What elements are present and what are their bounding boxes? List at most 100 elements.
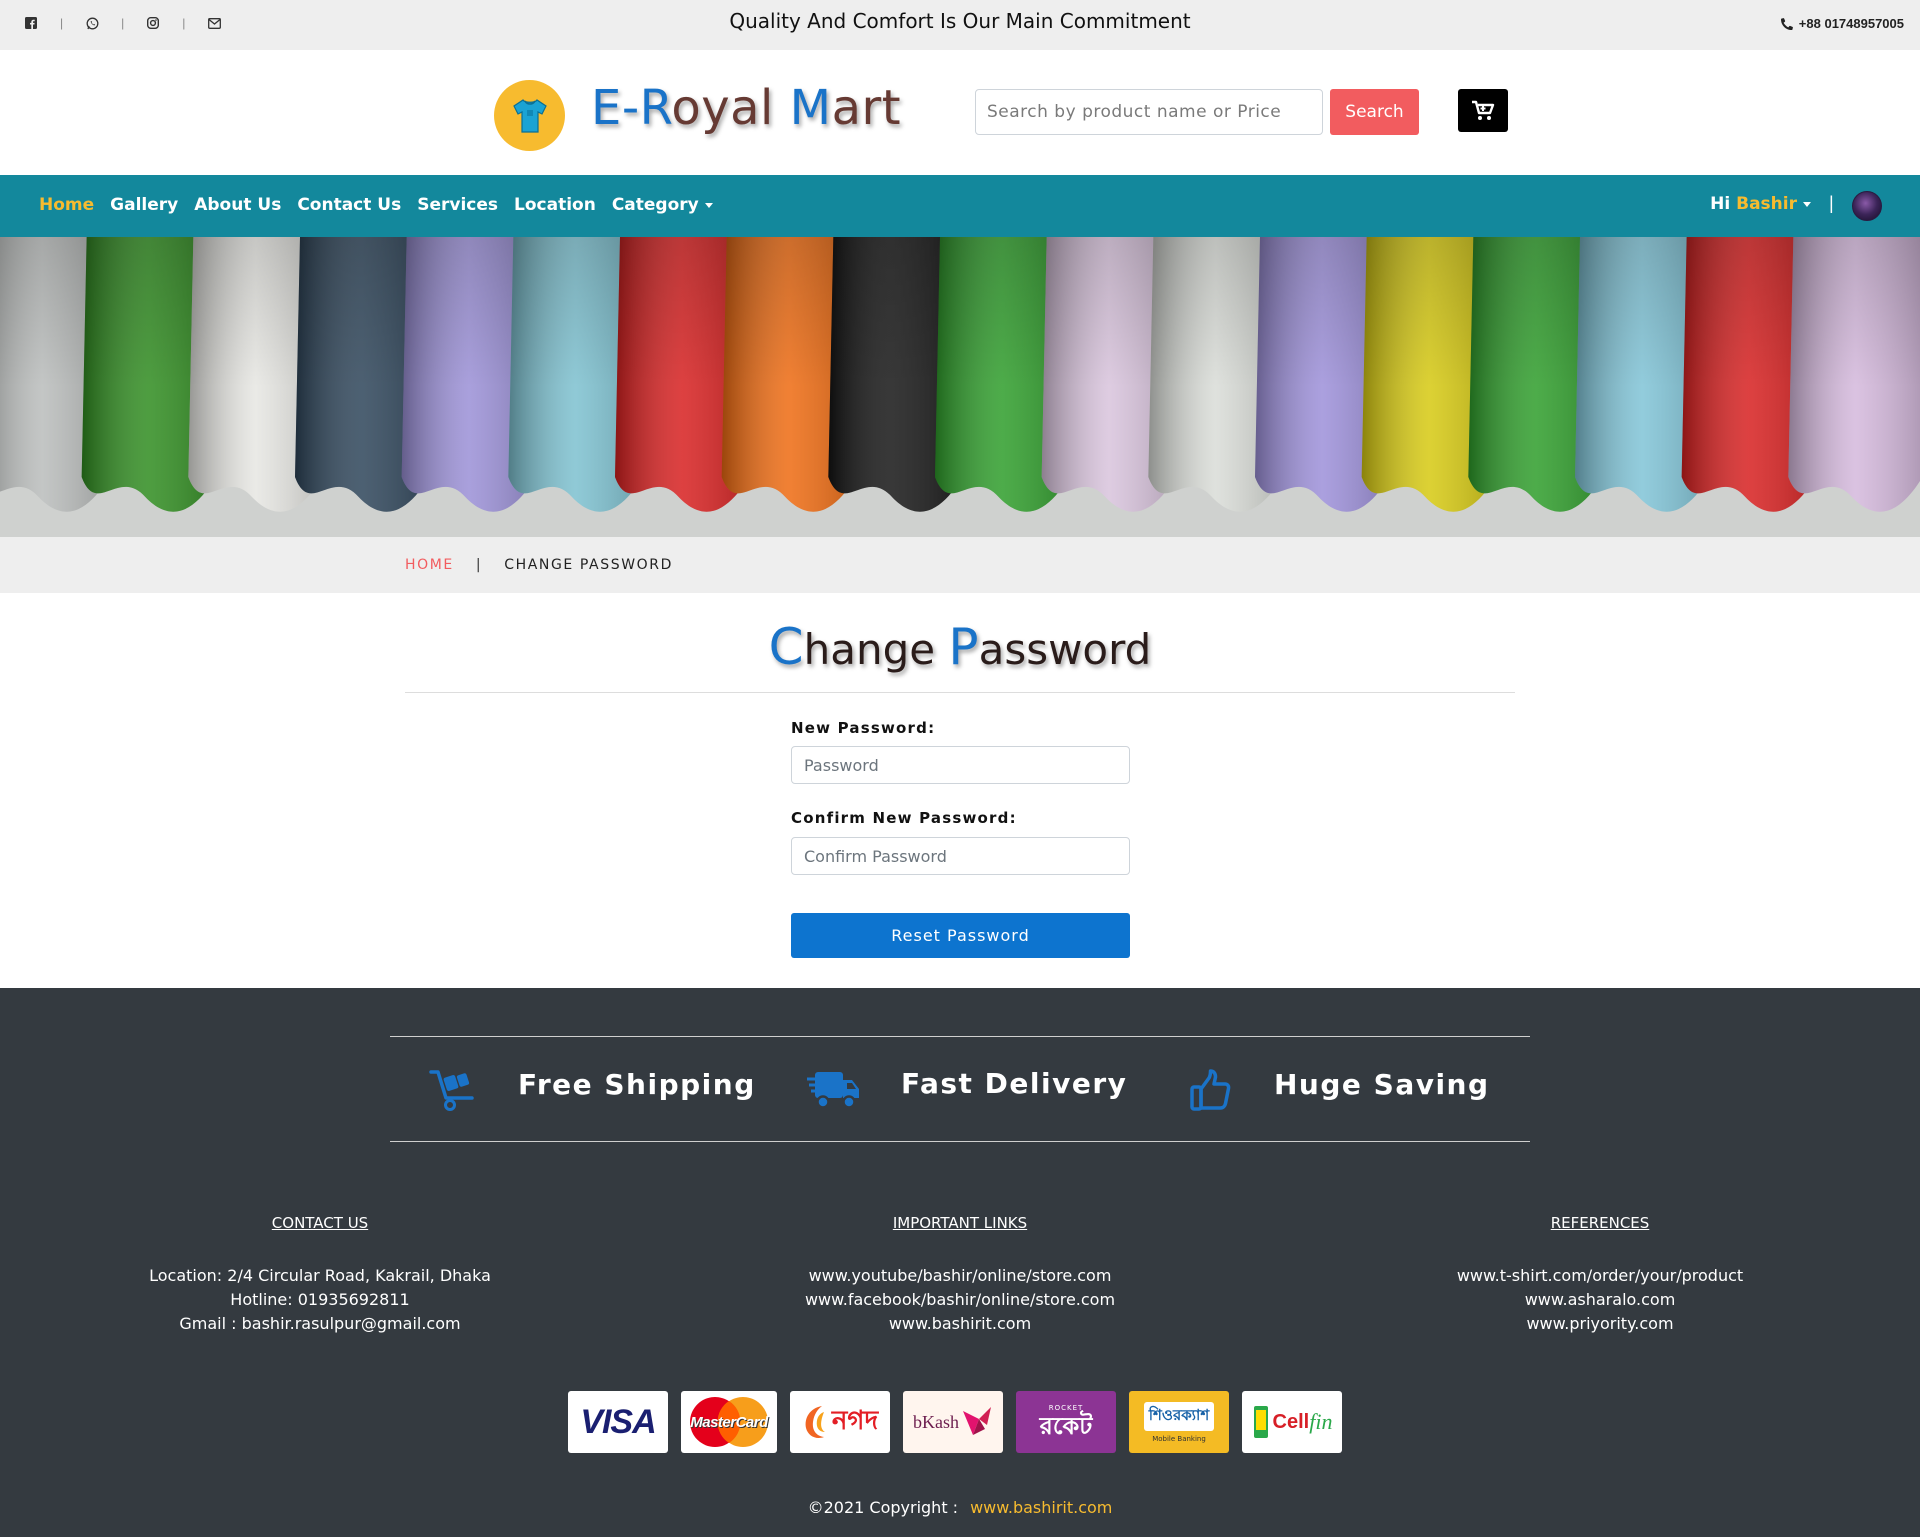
footer-contact: CONTACT US Location: 2/4 Circular Road, … bbox=[40, 1214, 600, 1336]
feature-fast-delivery: Fast Delivery bbox=[807, 1066, 1128, 1110]
nav-item-about-us[interactable]: About Us bbox=[194, 195, 281, 215]
footer-references: REFERENCES www.t-shirt.com/order/your/pr… bbox=[1320, 1214, 1880, 1336]
site-header: E-Royal Mart Search bbox=[0, 50, 1920, 175]
hero-banner bbox=[0, 237, 1920, 537]
feature-title: Free Shipping bbox=[518, 1067, 756, 1101]
copyright-text: ©2021 Copyright : bbox=[807, 1498, 959, 1517]
surecash-logo-text: শিওরক্যাশ bbox=[1143, 1401, 1215, 1431]
footer-important-links: IMPORTANT LINKS www.youtube/bashir/onlin… bbox=[680, 1214, 1240, 1336]
phone-icon bbox=[1780, 17, 1793, 30]
rocket-logo-text: রকেট bbox=[1039, 1412, 1093, 1440]
chevron-down-icon bbox=[704, 202, 713, 208]
footer-reference-link[interactable]: www.asharalo.com bbox=[1320, 1288, 1880, 1312]
tshirt-icon bbox=[512, 98, 547, 133]
nav-item-gallery[interactable]: Gallery bbox=[110, 195, 178, 215]
nav-item-category-label: Category bbox=[611, 195, 699, 215]
logo[interactable] bbox=[494, 80, 565, 151]
phone-number: +88 01748957005 bbox=[1798, 16, 1904, 31]
cellfin-cell-text: Cell bbox=[1272, 1410, 1310, 1433]
bkash-bird-icon bbox=[963, 1407, 991, 1435]
truck-icon bbox=[807, 1072, 859, 1109]
nagad-logo-text: নগদ bbox=[831, 1406, 879, 1436]
new-password-field[interactable] bbox=[791, 746, 1130, 784]
top-bar: | | | Quality And Comfort Is Our Main Co… bbox=[0, 0, 1920, 50]
features-top-divider bbox=[390, 1036, 1530, 1037]
title-cap-p: P bbox=[948, 618, 979, 676]
breadcrumb-current: CHANGE PASSWORD bbox=[504, 557, 673, 573]
chevron-down-icon bbox=[1803, 201, 1811, 207]
brand-r: R bbox=[639, 80, 672, 136]
new-password-label: New Password: bbox=[791, 719, 936, 737]
greeting: Hi bbox=[1710, 194, 1731, 214]
mastercard-logo: MasterCard bbox=[681, 1391, 777, 1453]
title-divider bbox=[405, 692, 1515, 693]
nav-item-contact-us[interactable]: Contact Us bbox=[297, 195, 401, 215]
copyright-link[interactable]: www.bashirit.com bbox=[970, 1498, 1112, 1517]
breadcrumb: HOME | CHANGE PASSWORD bbox=[0, 537, 1920, 593]
nagad-icon bbox=[805, 1406, 825, 1438]
feature-huge-saving: Huge Saving bbox=[1190, 1068, 1490, 1112]
footer-link[interactable]: www.bashirit.com bbox=[680, 1312, 1240, 1336]
confirm-password-field[interactable] bbox=[791, 837, 1130, 875]
nav-menu: Home Gallery About Us Contact Us Service… bbox=[39, 195, 713, 215]
brand-m: M bbox=[789, 80, 832, 136]
footer-location: Location: 2/4 Circular Road, Kakrail, Dh… bbox=[149, 1266, 491, 1285]
features-bottom-divider bbox=[390, 1141, 1530, 1142]
surecash-small-text: Mobile Banking bbox=[1152, 1434, 1206, 1443]
visa-logo-text: VISA bbox=[580, 1402, 656, 1441]
nav-item-category[interactable]: Category bbox=[612, 195, 713, 215]
tagline: Quality And Comfort Is Our Main Commitme… bbox=[729, 9, 1191, 33]
bkash-logo: bKash bbox=[903, 1391, 1003, 1453]
cart-dolly-icon bbox=[429, 1070, 474, 1111]
nav-item-location[interactable]: Location bbox=[514, 195, 596, 215]
nav-divider: | bbox=[1829, 193, 1834, 213]
footer-gmail: Gmail : bashir.rasulpur@gmail.com bbox=[179, 1314, 461, 1333]
search-input[interactable] bbox=[975, 89, 1323, 135]
surecash-logo: শিওরক্যাশ Mobile Banking bbox=[1129, 1391, 1229, 1453]
cellfin-logo: Cell fin bbox=[1242, 1391, 1342, 1453]
confirm-password-label: Confirm New Password: bbox=[791, 809, 1017, 827]
phone-contact[interactable]: +88 01748957005 bbox=[1780, 16, 1904, 31]
avatar[interactable] bbox=[1852, 191, 1882, 221]
brand-prefix: E- bbox=[591, 80, 640, 136]
nav-item-services[interactable]: Services bbox=[417, 195, 498, 215]
copyright: ©2021 Copyright : www.bashirit.com bbox=[0, 1498, 1920, 1517]
hero-shirts-image bbox=[0, 237, 1920, 537]
brand-rest-1: oyal bbox=[671, 80, 790, 136]
nagad-logo: নগদ bbox=[790, 1391, 890, 1453]
search-button[interactable]: Search bbox=[1330, 89, 1419, 135]
title-cap-c: C bbox=[768, 618, 804, 676]
user-name: Bashir bbox=[1736, 194, 1797, 214]
payment-methods: VISA MasterCard নগদ bKash ROCKET রকেট শি… bbox=[568, 1391, 1342, 1453]
footer-contact-heading[interactable]: CONTACT US bbox=[40, 1214, 600, 1232]
footer-reference-link[interactable]: www.priyority.com bbox=[1320, 1312, 1880, 1336]
nav-item-home[interactable]: Home bbox=[39, 195, 94, 215]
bkash-logo-text: bKash bbox=[913, 1411, 959, 1432]
visa-logo: VISA bbox=[568, 1391, 668, 1453]
site-footer: Free Shipping Fast Delivery Huge Saving … bbox=[0, 988, 1920, 1537]
brand-name[interactable]: E-Royal Mart bbox=[591, 80, 901, 136]
feature-free-shipping: Free Shipping bbox=[428, 1068, 756, 1112]
brand-rest-2: art bbox=[831, 80, 902, 136]
rocket-small-text: ROCKET bbox=[1048, 1404, 1084, 1412]
footer-references-heading[interactable]: REFERENCES bbox=[1320, 1214, 1880, 1232]
reset-password-button[interactable]: Reset Password bbox=[791, 913, 1130, 958]
footer-links-heading[interactable]: IMPORTANT LINKS bbox=[680, 1214, 1240, 1232]
cellfin-phone-icon bbox=[1253, 1406, 1268, 1438]
breadcrumb-trail: HOME | CHANGE PASSWORD bbox=[405, 557, 673, 573]
breadcrumb-separator: | bbox=[475, 557, 483, 573]
footer-link[interactable]: www.youtube/bashir/online/store.com bbox=[680, 1264, 1240, 1288]
footer-link[interactable]: www.facebook/bashir/online/store.com bbox=[680, 1288, 1240, 1312]
cart-button[interactable] bbox=[1458, 89, 1508, 132]
user-menu[interactable]: Hi Bashir bbox=[1710, 194, 1811, 214]
cart-icon bbox=[1472, 100, 1495, 120]
footer-reference-link[interactable]: www.t-shirt.com/order/your/product bbox=[1320, 1264, 1880, 1288]
main-nav: Home Gallery About Us Contact Us Service… bbox=[0, 175, 1920, 237]
thumbs-up-icon bbox=[1190, 1069, 1231, 1111]
title-rest-2: assword bbox=[978, 625, 1152, 674]
feature-title: Fast Delivery bbox=[901, 1066, 1128, 1100]
feature-title: Huge Saving bbox=[1274, 1067, 1490, 1101]
mastercard-logo-text: MasterCard bbox=[690, 1413, 768, 1431]
breadcrumb-home-link[interactable]: HOME bbox=[405, 557, 454, 573]
footer-hotline: Hotline: 01935692811 bbox=[230, 1290, 410, 1309]
